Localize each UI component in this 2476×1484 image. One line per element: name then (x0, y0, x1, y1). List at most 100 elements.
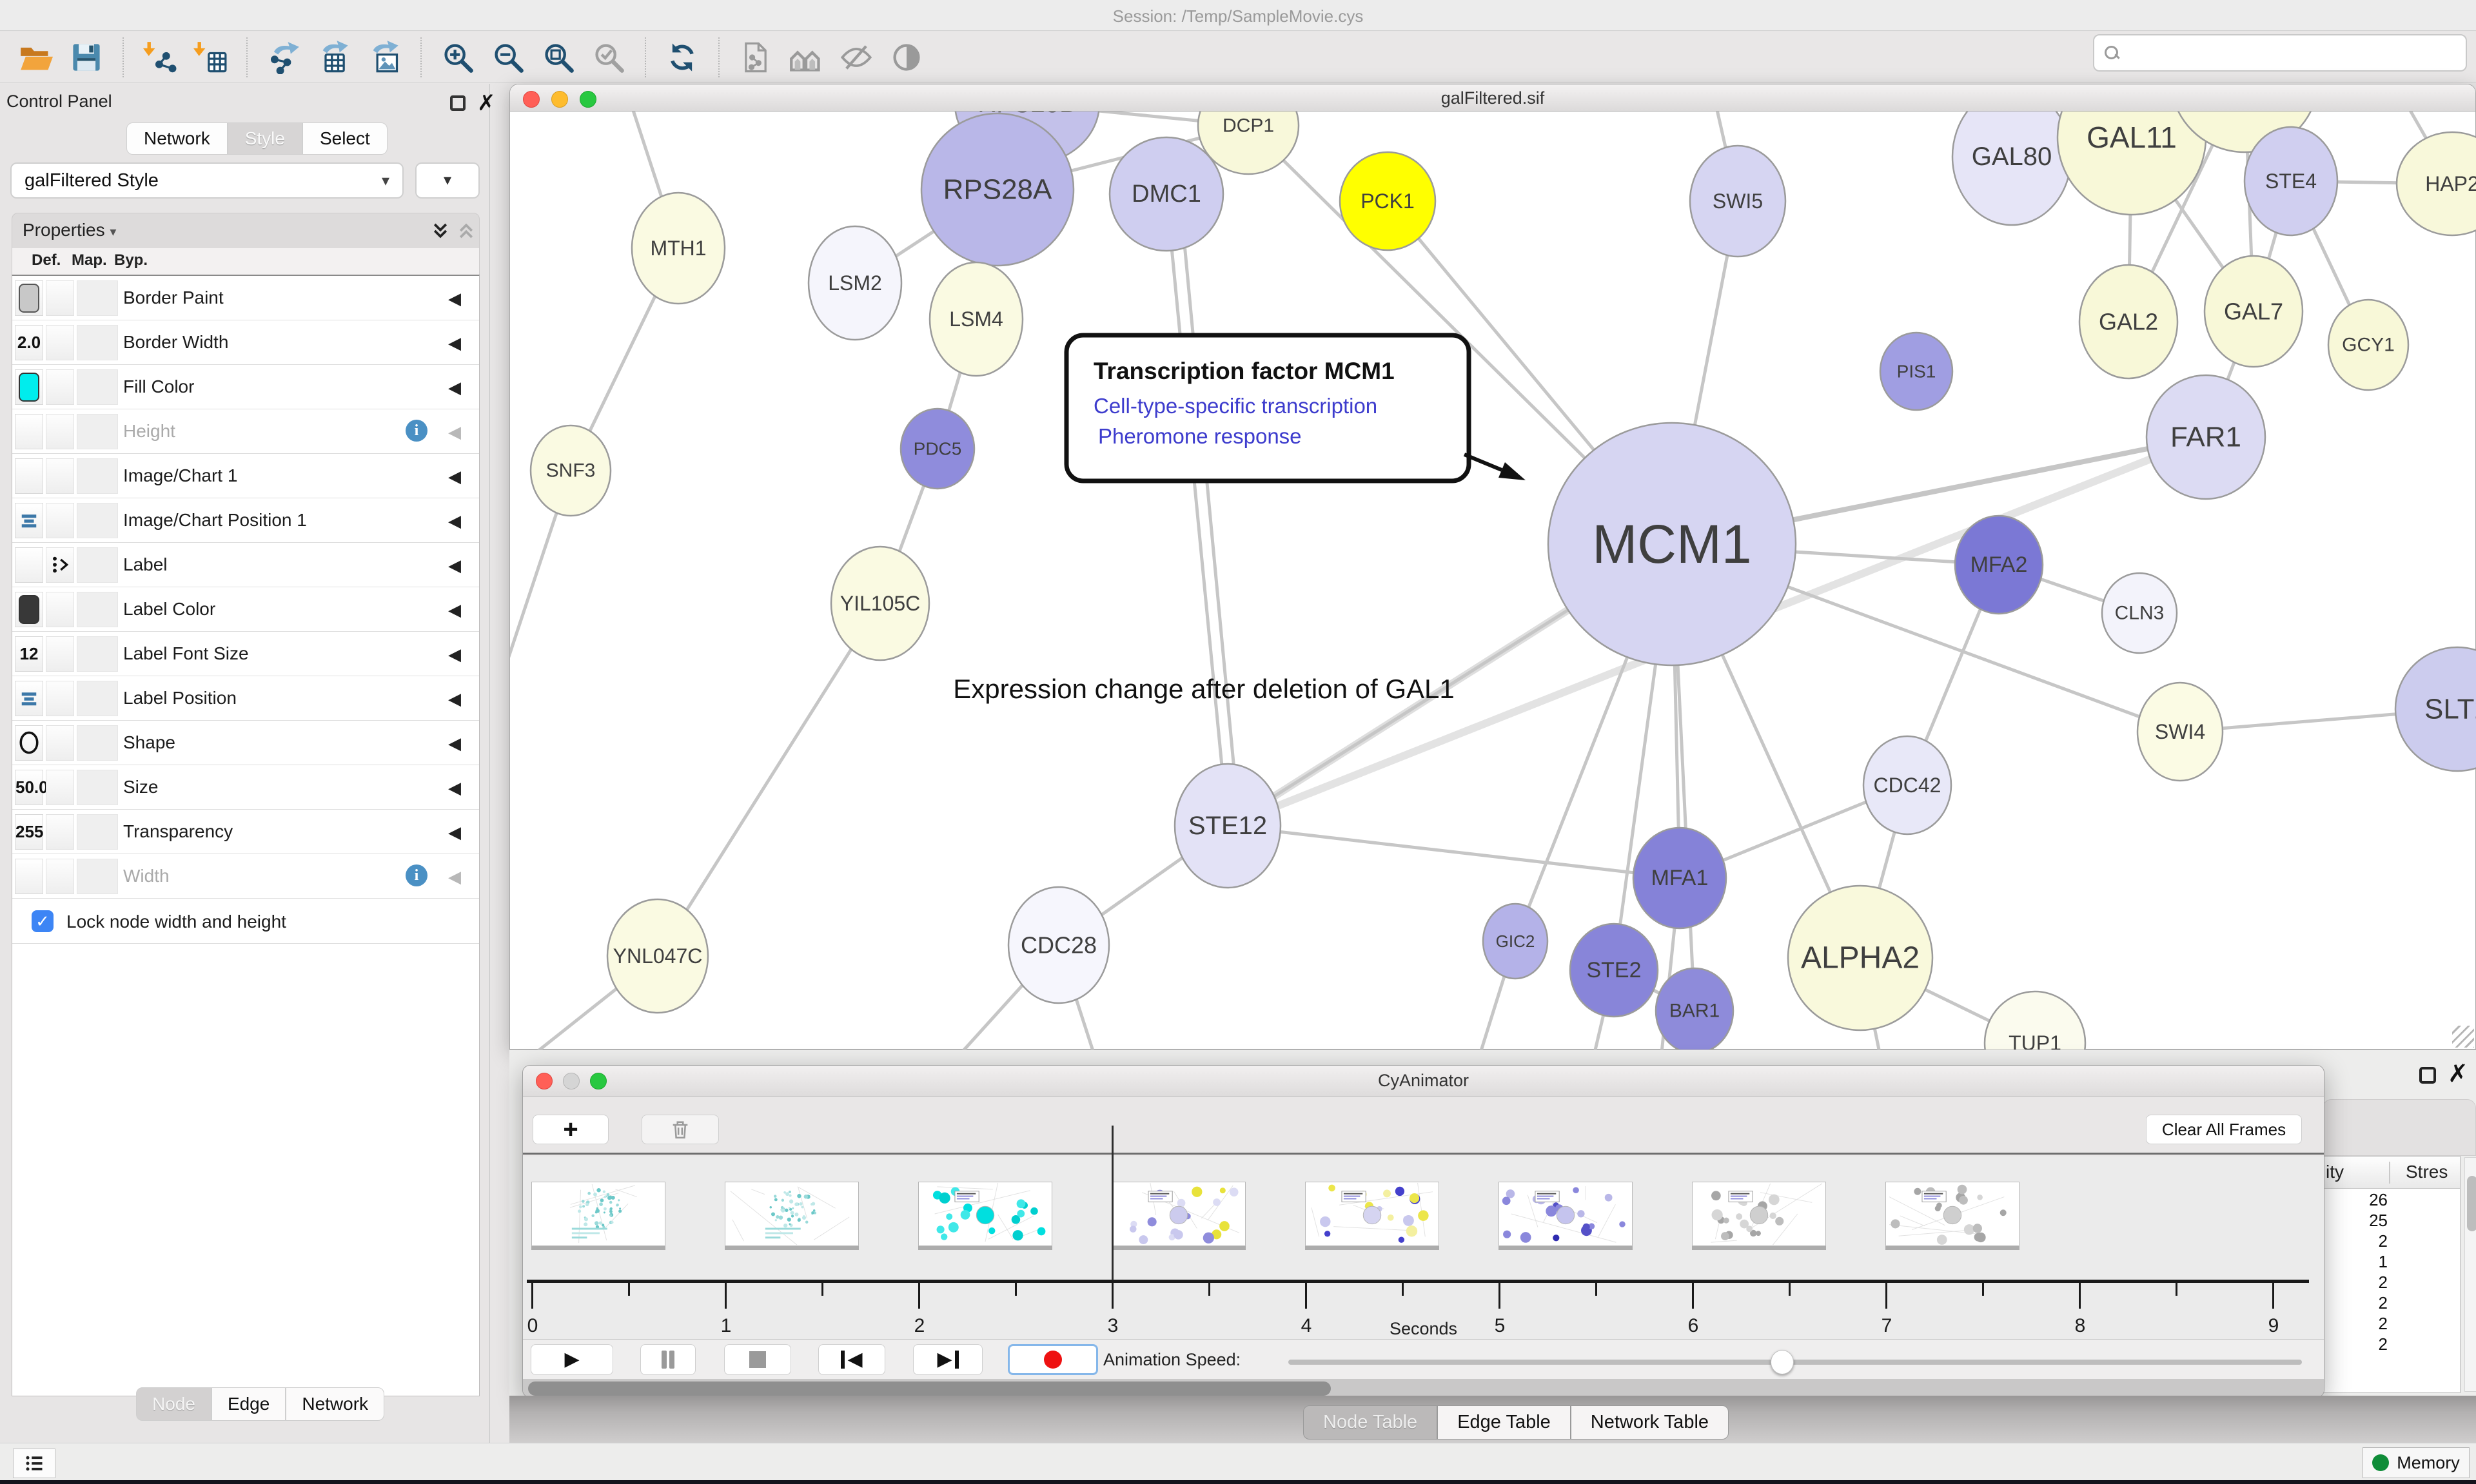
mapping-cell[interactable] (46, 280, 74, 316)
property-row-label-position[interactable]: Label Position◀ (12, 676, 479, 721)
search-box[interactable] (2093, 34, 2467, 72)
table-row[interactable]: 25 (2323, 1211, 2388, 1231)
float-panel-icon[interactable] (450, 95, 466, 111)
table-row[interactable]: 2 (2323, 1273, 2388, 1293)
frame-thumbnail-7[interactable] (1885, 1182, 2019, 1246)
table-row[interactable]: 2 (2323, 1314, 2388, 1334)
expand-row-icon[interactable]: ◀ (448, 422, 461, 442)
frame-thumbnail-1[interactable] (725, 1182, 859, 1246)
cyanimator-titlebar[interactable]: CyAnimator (523, 1066, 2324, 1097)
table-row[interactable]: 2 (2323, 1293, 2388, 1314)
bypass-cell[interactable] (77, 503, 118, 538)
default-value-cell[interactable] (15, 859, 43, 894)
export-network-icon[interactable] (267, 41, 300, 74)
style-selector[interactable]: galFiltered Style ▾ (10, 162, 404, 199)
float-table-panel-icon[interactable] (2419, 1067, 2436, 1084)
table-row[interactable]: 2 (2323, 1231, 2388, 1252)
table-row[interactable]: 1 (2323, 1252, 2388, 1273)
default-value-cell[interactable] (15, 503, 43, 538)
task-history-button[interactable] (13, 1449, 55, 1478)
animation-speed-slider[interactable] (1288, 1360, 2302, 1365)
expand-row-icon[interactable]: ◀ (448, 867, 461, 887)
property-row-height[interactable]: Heighti◀ (12, 409, 479, 454)
expand-row-icon[interactable]: ◀ (448, 511, 461, 531)
default-value-cell[interactable] (15, 458, 43, 494)
default-value-cell[interactable] (15, 681, 43, 716)
expand-row-icon[interactable]: ◀ (448, 467, 461, 487)
lock-node-size-checkbox[interactable]: ✓ (32, 910, 54, 932)
tab-select[interactable]: Select (302, 122, 388, 155)
node-table-header[interactable]: ity Stres (2323, 1157, 2460, 1189)
expand-row-icon[interactable]: ◀ (448, 778, 461, 798)
export-table-icon[interactable] (317, 41, 351, 74)
column-header-stress[interactable]: Stres (2406, 1162, 2448, 1182)
export-image-icon[interactable] (368, 41, 401, 74)
bypass-cell[interactable] (77, 458, 118, 494)
tab-network-table[interactable]: Network Table (1571, 1405, 1729, 1440)
properties-dropdown[interactable]: Properties ▾ (23, 220, 116, 240)
default-value-cell[interactable]: 255 (15, 814, 43, 850)
frame-thumbnail-2[interactable] (918, 1182, 1052, 1246)
resize-grip[interactable] (2452, 1026, 2474, 1048)
info-icon[interactable]: i (406, 420, 427, 442)
bypass-cell[interactable] (77, 859, 118, 894)
mapping-cell[interactable] (46, 592, 74, 627)
mapping-cell[interactable] (46, 636, 74, 672)
play-button[interactable]: ▶ (531, 1344, 613, 1375)
bypass-cell[interactable] (77, 280, 118, 316)
property-row-label-font-size[interactable]: 12Label Font Size◀ (12, 632, 479, 676)
mapping-cell[interactable] (46, 681, 74, 716)
default-value-cell[interactable]: 50.0 (15, 770, 43, 805)
property-row-size[interactable]: 50.0Size◀ (12, 765, 479, 810)
bypass-cell[interactable] (77, 814, 118, 850)
property-row-shape[interactable]: Shape◀ (12, 721, 479, 765)
zoom-in-icon[interactable] (441, 41, 475, 74)
property-row-image-chart-position-1[interactable]: Image/Chart Position 1◀ (12, 498, 479, 543)
frame-thumbnail-3[interactable] (1112, 1182, 1246, 1246)
refresh-layout-icon[interactable] (665, 41, 699, 74)
bypass-cell[interactable] (77, 681, 118, 716)
open-session-icon[interactable] (19, 41, 53, 74)
default-value-cell[interactable] (15, 592, 43, 627)
expand-row-icon[interactable]: ◀ (448, 600, 461, 620)
bypass-cell[interactable] (77, 547, 118, 583)
property-row-label[interactable]: Label◀ (12, 543, 479, 587)
record-button[interactable] (1008, 1344, 1098, 1375)
show-selected-icon[interactable] (890, 41, 923, 74)
annotation-link[interactable]: Pheromone response (1098, 424, 1302, 448)
timeline-scrollbar[interactable] (523, 1379, 2324, 1398)
save-session-icon[interactable] (70, 41, 103, 74)
scrollbar-thumb[interactable] (528, 1381, 1331, 1396)
default-value-cell[interactable]: 2.0 (15, 325, 43, 360)
info-icon[interactable]: i (406, 864, 427, 886)
mapping-cell[interactable] (46, 503, 74, 538)
delete-frame-button[interactable] (642, 1115, 719, 1144)
search-input[interactable] (2127, 43, 2466, 64)
frame-thumbnail-4[interactable] (1305, 1182, 1439, 1246)
table-scrollbar[interactable] (2464, 1157, 2476, 1392)
tab-style[interactable]: Style (228, 122, 302, 155)
expand-row-icon[interactable]: ◀ (448, 333, 461, 353)
tab-edge-style[interactable]: Edge (211, 1387, 286, 1421)
bypass-cell[interactable] (77, 369, 118, 405)
expand-row-icon[interactable]: ◀ (448, 289, 461, 309)
property-row-image-chart-1[interactable]: Image/Chart 1◀ (12, 454, 479, 498)
close-table-panel-icon[interactable]: ✗ (2448, 1059, 2468, 1088)
import-table-icon[interactable] (193, 41, 227, 74)
expand-row-icon[interactable]: ◀ (448, 734, 461, 754)
bypass-cell[interactable] (77, 325, 118, 360)
mapping-cell[interactable] (46, 770, 74, 805)
property-row-border-width[interactable]: 2.0Border Width◀ (12, 320, 479, 365)
default-value-cell[interactable]: 12 (15, 636, 43, 672)
property-row-border-paint[interactable]: Border Paint◀ (12, 276, 479, 320)
expand-row-icon[interactable]: ◀ (448, 645, 461, 665)
mapping-cell[interactable] (46, 725, 74, 761)
mapping-cell[interactable] (46, 814, 74, 850)
expand-all-icon[interactable] (430, 221, 451, 240)
tab-network[interactable]: Network (126, 122, 228, 155)
playhead[interactable] (1112, 1126, 1114, 1280)
tab-edge-table[interactable]: Edge Table (1437, 1405, 1571, 1440)
clear-all-frames-button[interactable]: Clear All Frames (2146, 1115, 2302, 1144)
zoom-fit-icon[interactable] (542, 41, 575, 74)
mapping-cell[interactable] (46, 369, 74, 405)
